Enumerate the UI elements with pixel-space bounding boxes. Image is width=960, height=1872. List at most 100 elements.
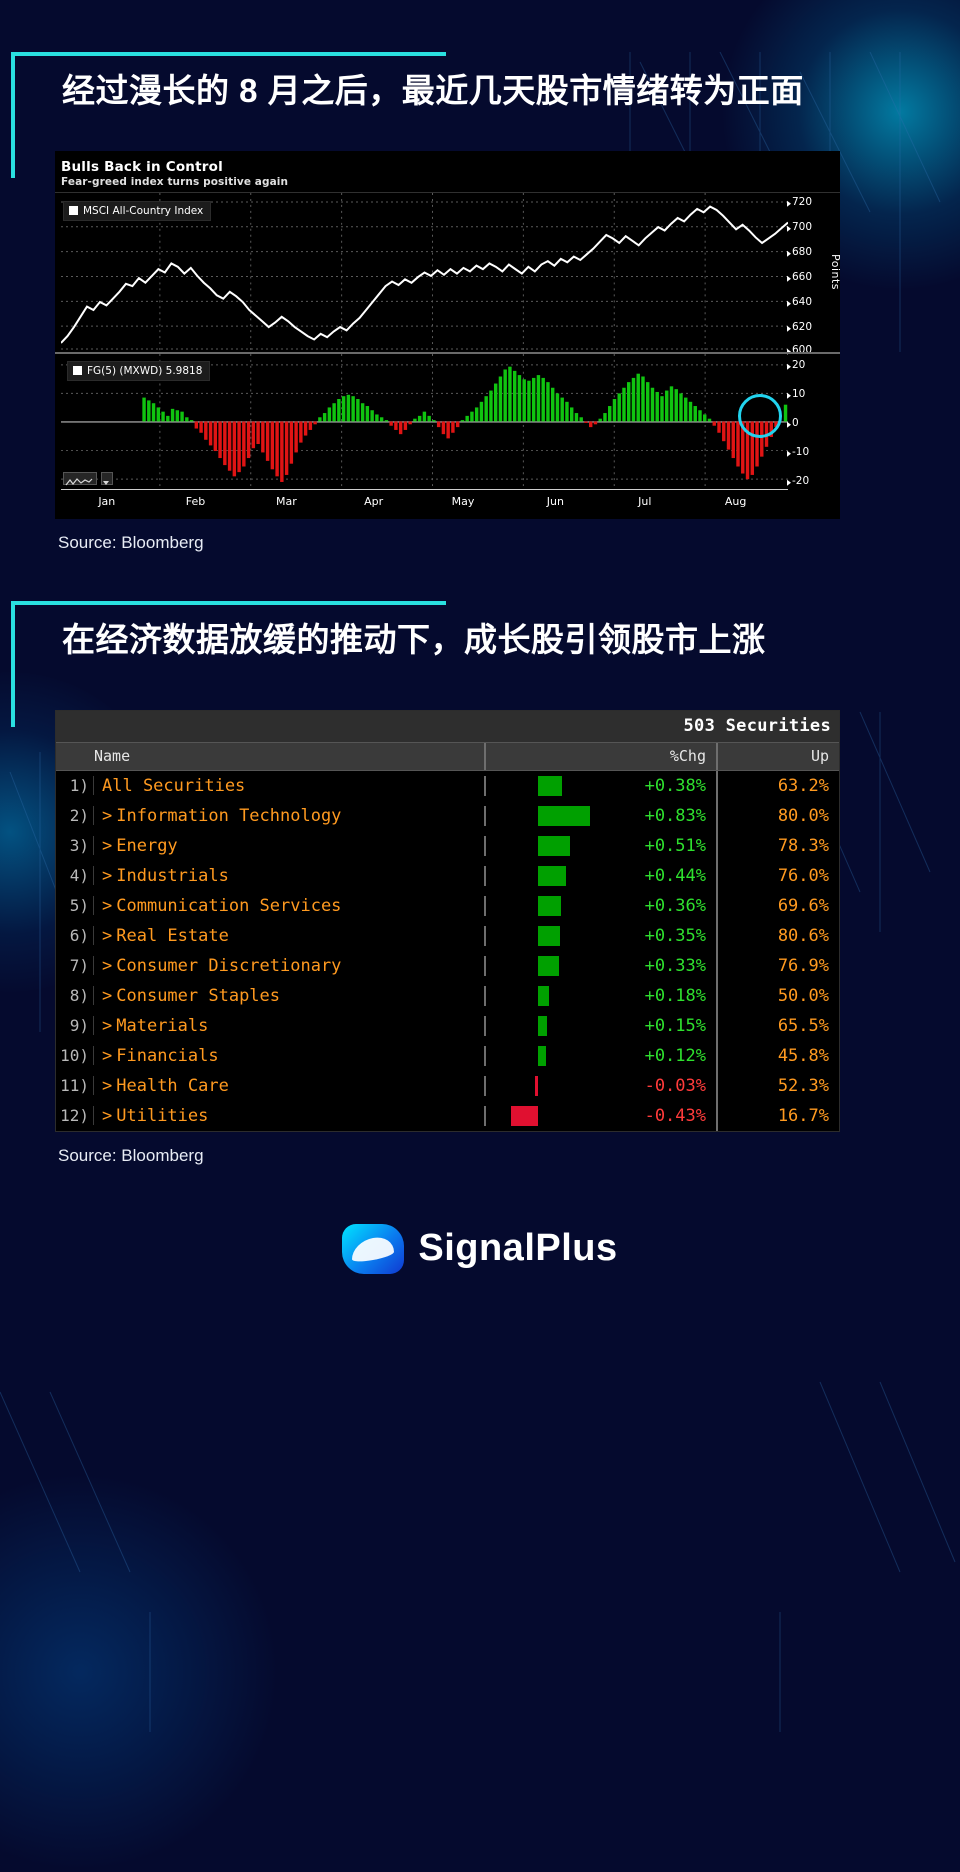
price-tick-4: 640 (786, 295, 813, 308)
fear-greed-bar (422, 411, 427, 422)
expand-chevron-icon[interactable]: > (102, 1046, 112, 1066)
fg-tick-4: -20 (786, 474, 810, 487)
expand-chevron-icon[interactable]: > (102, 806, 112, 826)
expand-chevron-icon[interactable]: > (102, 926, 112, 946)
row-name[interactable]: > Utilities (94, 1105, 486, 1126)
column-header-chg[interactable]: %Chg (486, 742, 718, 770)
row-name[interactable]: > Real Estate (94, 925, 486, 946)
row-change-value: +0.15% (644, 1015, 706, 1036)
table-row[interactable]: 12) > Utilities -0.43% 16.7% (56, 1100, 839, 1131)
row-name[interactable]: > Financials (94, 1045, 486, 1066)
row-name[interactable]: > Energy (94, 835, 486, 856)
chart-area: MSCI All-Country Index Points 720 700 68… (55, 191, 842, 519)
fear-greed-bar (617, 393, 621, 422)
row-name[interactable]: > Information Technology (94, 805, 486, 826)
source-1: Source: Bloomberg (58, 532, 204, 552)
expand-chevron-icon[interactable]: > (102, 866, 112, 886)
row-change-bar (538, 805, 590, 826)
fear-greed-bar (688, 401, 693, 422)
table-row[interactable]: 1) All Securities +0.38% 63.2% (56, 770, 839, 801)
fear-greed-bar (660, 396, 664, 422)
fear-greed-bar (489, 390, 493, 422)
row-name[interactable]: > Materials (94, 1015, 486, 1036)
row-change-value: +0.44% (644, 865, 706, 886)
expand-chevron-icon[interactable]: > (102, 956, 112, 976)
fear-greed-bar (223, 421, 227, 465)
fear-greed-bar (674, 389, 678, 422)
chart-dropdown-button[interactable] (101, 471, 113, 485)
fear-greed-bar (589, 421, 593, 427)
row-name[interactable]: > Health Care (94, 1075, 486, 1096)
fear-greed-bar (546, 381, 550, 422)
fear-greed-bar (531, 377, 536, 422)
row-change-cell: +0.33% (486, 950, 718, 981)
chart-type-button[interactable] (63, 471, 97, 486)
table-row[interactable]: 6) > Real Estate +0.35% 80.6% (56, 920, 839, 951)
row-change-cell: +0.12% (486, 1040, 718, 1071)
fear-greed-bar (646, 381, 650, 422)
fear-greed-bar (403, 421, 408, 430)
row-change-cell: +0.15% (486, 1010, 718, 1041)
table-row[interactable]: 4) > Industrials +0.44% 76.0% (56, 860, 839, 891)
chart-x-axis: Jan Feb Mar Apr May Jun Jul Aug (61, 488, 788, 519)
fear-greed-bar (227, 421, 232, 471)
fear-greed-bar (560, 397, 564, 422)
row-up-value: 78.3% (777, 835, 829, 856)
expand-chevron-icon[interactable]: > (102, 986, 112, 1006)
expand-chevron-icon[interactable]: > (102, 1076, 112, 1096)
row-up-value: 63.2% (777, 775, 829, 796)
fear-greed-bar (194, 421, 199, 429)
xtick-mar: Mar (275, 494, 297, 508)
fear-greed-bar (327, 407, 332, 422)
fear-greed-bar (284, 421, 289, 475)
fear-greed-bar (280, 421, 284, 482)
expand-chevron-icon[interactable]: > (102, 1106, 112, 1126)
fear-greed-bar (612, 398, 617, 422)
table-row[interactable]: 7) > Consumer Discretionary +0.33% 76.9% (56, 950, 839, 981)
column-header-name[interactable]: Name (56, 742, 486, 770)
row-name[interactable]: > Consumer Discretionary (94, 955, 486, 976)
legend-msci[interactable]: MSCI All-Country Index (63, 200, 212, 221)
expand-chevron-icon[interactable]: > (102, 1016, 112, 1036)
expand-chevron-icon[interactable]: > (102, 896, 112, 916)
headline-1: 经过漫长的 8 月之后，最近几天股市情绪转为正面 (62, 72, 804, 109)
fear-greed-bar (246, 421, 251, 458)
xtick-jun: Jun (546, 494, 564, 508)
expand-chevron-icon[interactable]: > (102, 836, 112, 856)
fg-tick-2: 0 (787, 416, 799, 429)
table-row[interactable]: 11) > Health Care -0.03% 52.3% (56, 1070, 839, 1101)
headline-2: 在经济数据放缓的推动下，成长股引领股市上涨 (62, 620, 766, 658)
row-change-cell: +0.18% (486, 980, 718, 1011)
fear-greed-bar (375, 414, 379, 422)
price-line (61, 206, 788, 342)
row-name[interactable]: > Communication Services (94, 895, 486, 916)
row-name-label: Real Estate (116, 925, 229, 946)
table-row[interactable]: 9) > Materials +0.15% 65.5% (56, 1010, 839, 1041)
table-row[interactable]: 5) > Communication Services +0.36% 69.6% (56, 890, 839, 921)
fear-greed-bar (360, 403, 365, 422)
row-name-label: All Securities (102, 775, 246, 796)
row-index: 4) (56, 866, 94, 886)
row-change-cell: -0.43% (486, 1100, 718, 1131)
fear-greed-bar (356, 398, 360, 422)
row-name[interactable]: > Consumer Staples (94, 985, 486, 1006)
table-row[interactable]: 10) > Financials +0.12% 45.8% (56, 1040, 839, 1071)
row-up-value: 80.0% (777, 805, 829, 826)
fear-greed-bar (147, 400, 151, 422)
price-tick-3: 660 (786, 270, 813, 283)
table-row[interactable]: 8) > Consumer Staples +0.18% 50.0% (56, 980, 839, 1011)
fear-greed-bar (332, 403, 336, 422)
column-header-up[interactable]: Up (718, 743, 839, 770)
row-name[interactable]: All Securities (94, 775, 486, 796)
fear-greed-bar (265, 421, 270, 461)
chevron-down-icon (103, 480, 109, 485)
fear-greed-bar (474, 407, 479, 422)
row-name[interactable]: > Industrials (94, 865, 486, 886)
table-row[interactable]: 2) > Information Technology +0.83% 80.0% (56, 800, 839, 831)
row-change-cell: +0.35% (486, 920, 718, 951)
legend-fear-greed[interactable]: FG(5) (MXWD) 5.9818 (67, 360, 211, 381)
table-row[interactable]: 3) > Energy +0.51% 78.3% (56, 830, 839, 861)
xtick-aug: Aug (724, 494, 747, 508)
fear-greed-bar (593, 421, 598, 425)
row-name-label: Industrials (116, 865, 229, 886)
